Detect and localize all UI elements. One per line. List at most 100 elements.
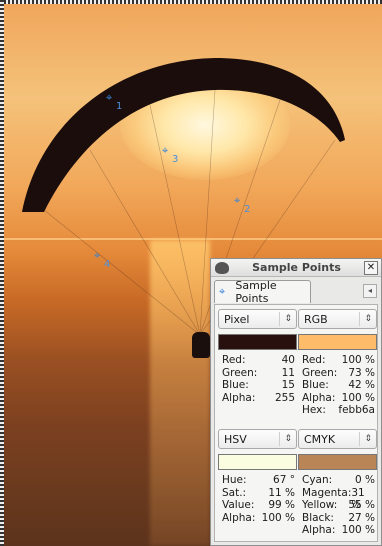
- value-text: 255: [274, 391, 295, 404]
- sample-point-icon: ⌖: [219, 285, 226, 298]
- ruler-left: [0, 0, 4, 546]
- sample-point-marker[interactable]: ⌖ 3: [162, 144, 178, 165]
- select-arrows-icon: ⇕: [279, 312, 292, 326]
- value-text: 73 %: [348, 366, 375, 379]
- value-row: Blue: 42 %: [298, 379, 377, 392]
- mode-select-value: HSV: [224, 432, 247, 446]
- value-row: Yellow: 55 %: [298, 499, 377, 512]
- value-row: Hue: 67 °: [218, 474, 297, 487]
- value-row: Green: 11: [218, 367, 297, 380]
- close-button[interactable]: ✕: [364, 260, 378, 275]
- tab-bar: ⌖ Sample Points ◂: [211, 277, 381, 305]
- mode-select[interactable]: Pixel ⇕: [218, 309, 297, 329]
- value-text: 11 %: [268, 486, 295, 499]
- select-arrows-icon: ⇕: [279, 432, 292, 446]
- value-row: Red: 100 %: [298, 354, 377, 367]
- color-swatch: [218, 334, 297, 350]
- value-label: Black:: [302, 511, 334, 524]
- mode-select[interactable]: HSV ⇕: [218, 429, 297, 449]
- sample-points-panel: Pixel ⇕ Red: 40 Green: 11 Blue: 15 Alpha: 25…: [214, 304, 378, 542]
- value-label: Green:: [222, 366, 258, 379]
- color-frame-pixel: Pixel ⇕ Red: 40 Green: 11 Blue: 15 Alpha: 25…: [218, 309, 297, 404]
- value-label: Red:: [222, 354, 246, 366]
- value-row: Alpha: 100 %: [298, 392, 377, 405]
- tab-sample-points[interactable]: ⌖ Sample Points: [214, 279, 311, 305]
- value-text: 100 %: [341, 524, 375, 536]
- value-row: Hex: febb6a: [298, 404, 377, 417]
- value-label: Alpha:: [302, 524, 336, 536]
- color-frame-cmyk: CMYK ⇕ Cyan: 0 % Magenta: 31 % Yellow: 55 %…: [298, 429, 377, 537]
- value-text: 99 %: [268, 499, 295, 511]
- value-text: 31 %: [351, 486, 365, 512]
- color-swatch: [298, 334, 377, 350]
- value-text: 27 %: [348, 511, 375, 524]
- mode-select[interactable]: RGB ⇕: [298, 309, 377, 329]
- value-row: Alpha: 255: [218, 392, 297, 405]
- value-text: 55 %: [348, 499, 375, 511]
- select-arrows-icon: ⇕: [359, 312, 372, 326]
- value-label: Alpha:: [222, 391, 256, 404]
- ruler-top: [0, 0, 382, 4]
- value-label: Hue:: [222, 474, 247, 486]
- value-text: 40: [281, 354, 295, 366]
- value-text: 0 %: [355, 474, 375, 486]
- value-row: Alpha: 100 %: [218, 512, 297, 525]
- value-text: 100 %: [341, 391, 375, 404]
- crosshair-icon: ⌖: [94, 249, 101, 262]
- pilot-silhouette: [192, 332, 210, 358]
- value-label: Sat.:: [222, 486, 247, 499]
- value-text: 67 °: [273, 474, 295, 486]
- value-label: Blue:: [222, 379, 249, 391]
- gimp-wilber-icon: [215, 261, 229, 274]
- value-row: Alpha: 100 %: [298, 524, 377, 537]
- tab-menu-button[interactable]: ◂: [363, 284, 377, 298]
- value-label: Blue:: [302, 379, 329, 391]
- sample-point-number: 3: [172, 154, 179, 165]
- sample-point-number: 2: [244, 204, 251, 215]
- value-row: Magenta: 31 %: [298, 486, 377, 512]
- color-swatch: [298, 454, 377, 470]
- color-frame-rgb: RGB ⇕ Red: 100 % Green: 73 % Blue: 42 % Alp…: [298, 309, 377, 417]
- mode-select[interactable]: CMYK ⇕: [298, 429, 377, 449]
- crosshair-icon: ⌖: [162, 144, 169, 157]
- value-label: Green:: [302, 366, 338, 379]
- value-label: Value:: [222, 499, 255, 511]
- dialog-titlebar[interactable]: Sample Points ✕: [211, 259, 381, 277]
- mode-select-value: Pixel: [224, 312, 250, 326]
- mode-select-value: RGB: [304, 312, 328, 326]
- sample-point-number: 1: [116, 101, 123, 112]
- value-label: Yellow:: [302, 499, 338, 511]
- value-row: Black: 27 %: [298, 512, 377, 525]
- value-label: Hex:: [302, 404, 326, 416]
- sample-point-number: 4: [104, 259, 111, 270]
- sample-point-marker[interactable]: ⌖ 2: [234, 194, 250, 215]
- value-label: Red:: [302, 354, 326, 366]
- crosshair-icon: ⌖: [234, 194, 241, 207]
- mode-select-value: CMYK: [304, 432, 336, 446]
- value-row: Red: 40: [218, 354, 297, 367]
- value-label: Alpha:: [222, 511, 256, 524]
- value-text: 11: [281, 366, 295, 379]
- value-row: Sat.: 11 %: [218, 487, 297, 500]
- value-row: Cyan: 0 %: [298, 474, 377, 487]
- value-row: Green: 73 %: [298, 367, 377, 380]
- value-text: febb6a: [338, 404, 375, 416]
- value-label: Magenta:: [302, 486, 352, 499]
- value-label: Cyan:: [302, 474, 333, 486]
- color-swatch: [218, 454, 297, 470]
- value-row: Value: 99 %: [218, 499, 297, 512]
- sample-points-dialog: Sample Points ✕ ⌖ Sample Points ◂ Pixel …: [210, 258, 382, 546]
- color-frame-hsv: HSV ⇕ Hue: 67 ° Sat.: 11 % Value: 99 % Alph…: [218, 429, 297, 524]
- tab-label: Sample Points: [235, 279, 277, 305]
- value-text: 15: [281, 379, 295, 391]
- select-arrows-icon: ⇕: [359, 432, 372, 446]
- dialog-title: Sample Points: [252, 261, 341, 274]
- crosshair-icon: ⌖: [106, 91, 113, 104]
- sample-point-marker[interactable]: ⌖ 1: [106, 91, 122, 112]
- sample-point-marker[interactable]: ⌖ 4: [94, 249, 110, 270]
- value-text: 42 %: [348, 379, 375, 391]
- value-text: 100 %: [261, 511, 295, 524]
- value-label: Alpha:: [302, 391, 336, 404]
- value-row: Blue: 15: [218, 379, 297, 392]
- value-text: 100 %: [341, 354, 375, 366]
